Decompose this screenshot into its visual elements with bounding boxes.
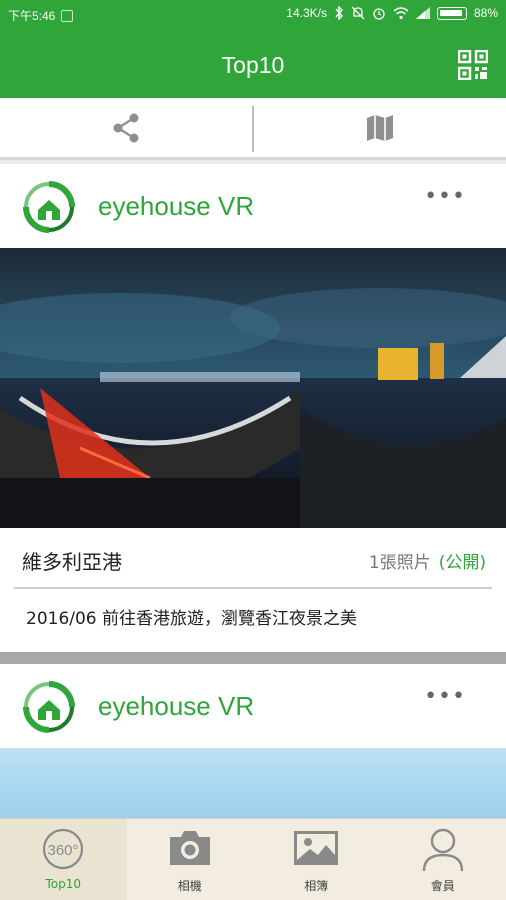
- nav-camera[interactable]: 相機: [127, 819, 254, 900]
- signal-icon: [415, 7, 430, 19]
- image-icon: [294, 831, 339, 865]
- nav-label: Top10: [45, 877, 82, 891]
- camera-icon: [169, 831, 210, 865]
- photo-count: 1張照片: [368, 553, 431, 573]
- nav-member[interactable]: 會員: [380, 819, 506, 900]
- bottom-nav: 360° Top10 相機 相簿 會員: [0, 818, 506, 900]
- mute-icon: [351, 6, 365, 20]
- battery-level: 88%: [473, 6, 498, 20]
- more-options-icon[interactable]: •••: [424, 184, 466, 209]
- post-header: eyehouse VR •••: [0, 664, 506, 748]
- bluetooth-icon: [335, 6, 343, 20]
- nav-album[interactable]: 相簿: [253, 819, 380, 900]
- page-title: Top10: [221, 52, 285, 78]
- status-time: 下午5:46: [8, 9, 56, 23]
- post-title[interactable]: 維多利亞港: [22, 546, 122, 575]
- network-speed: 14.3K/s: [286, 6, 327, 20]
- panorama-image[interactable]: [0, 748, 506, 818]
- info-divider: [14, 587, 492, 589]
- svg-text:360°: 360°: [48, 842, 79, 859]
- post-username[interactable]: eyehouse VR: [98, 691, 254, 722]
- app-bar: Top10: [0, 30, 506, 98]
- qr-code-icon[interactable]: [458, 50, 488, 80]
- card-separator: [0, 652, 506, 664]
- more-options-icon[interactable]: •••: [424, 684, 466, 709]
- nav-label: 相簿: [304, 879, 329, 893]
- eyehouse-logo-icon[interactable]: [22, 180, 76, 234]
- battery-icon: [436, 6, 467, 20]
- post-description: 2016/06 前往香港旅遊，瀏覽香江夜景之美: [26, 609, 358, 629]
- 360-icon: 360°: [43, 828, 84, 870]
- visibility-badge: (公開): [438, 553, 486, 573]
- nav-label: 相機: [177, 879, 202, 893]
- post-meta: 1張照片 (公開): [369, 548, 486, 573]
- eyehouse-logo-icon[interactable]: [22, 680, 76, 734]
- person-icon: [422, 828, 463, 872]
- map-icon: [367, 115, 393, 141]
- post-username[interactable]: eyehouse VR: [98, 191, 254, 222]
- post-header: eyehouse VR •••: [0, 164, 506, 248]
- map-button[interactable]: [254, 98, 506, 158]
- wifi-icon: [393, 6, 409, 19]
- panorama-image[interactable]: [0, 248, 506, 528]
- share-icon: [113, 113, 139, 143]
- status-bar: 下午5:46 14.3K/s 88%: [0, 0, 506, 30]
- nav-label: 會員: [430, 879, 455, 893]
- action-row: [0, 98, 506, 160]
- alarm-icon: [373, 8, 385, 20]
- post-info: 維多利亞港 1張照片 (公開) 2016/06 前往香港旅遊，瀏覽香江夜景之美: [0, 528, 506, 652]
- nav-top10[interactable]: 360° Top10: [0, 819, 127, 900]
- notification-icon: [61, 9, 74, 22]
- share-button[interactable]: [0, 98, 252, 158]
